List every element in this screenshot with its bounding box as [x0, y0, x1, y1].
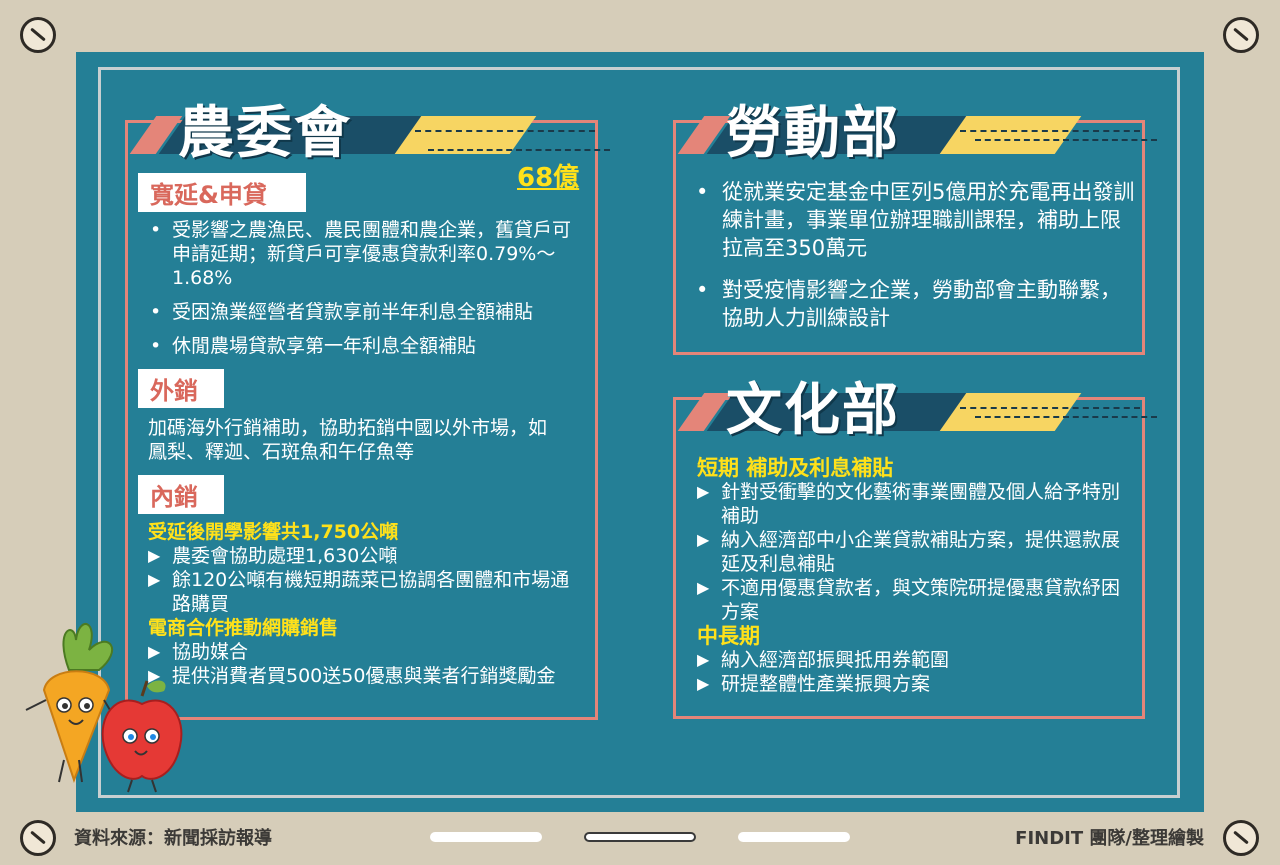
moc-longterm-heading: 中長期 [697, 624, 760, 648]
list-item: 不適用優惠貸款者，與文策院研提優惠貸款紓困方案 [697, 576, 1137, 624]
coa-budget-amount: 68億 [517, 163, 580, 193]
screw-icon [1223, 17, 1259, 53]
list-item: 納入經濟部中小企業貸款補貼方案，提供還款展延及利息補貼 [697, 528, 1137, 576]
mol-title-dash [975, 139, 1157, 141]
coa-section-export-label: 外銷 [138, 369, 224, 408]
coa-section-loan-label: 寬延&申貸 [138, 173, 306, 212]
list-item: 協助媒合 [148, 640, 588, 664]
list-item: 農委會協助處理1,630公噸 [148, 544, 588, 568]
screw-icon [1223, 820, 1259, 856]
page-indicator[interactable] [430, 832, 542, 842]
screw-icon [20, 17, 56, 53]
source-credit: 資料來源：新聞採訪報導 [74, 828, 272, 849]
coa-domestic-block: 受延後開學影響共1,750公噸 農委會協助處理1,630公噸 餘120公噸有機短… [148, 520, 588, 688]
coa-title: 農委會 [178, 101, 352, 166]
list-item: 受影響之農漁民、農民團體和農企業，舊貸戶可申請延期；新貸戶可享優惠貸款利率0.7… [148, 218, 583, 290]
page-indicator[interactable] [738, 832, 850, 842]
author-credit: FINDIT 團隊/整理繪製 [1015, 828, 1204, 849]
moc-title-dash [975, 416, 1157, 418]
coa-title-dash [415, 130, 595, 132]
moc-title-dash [960, 407, 1140, 409]
list-item: 納入經濟部振興抵用券範圍 [697, 648, 1137, 672]
coa-ecommerce-heading: 電商合作推動網購銷售 [148, 617, 339, 639]
list-item: 對受疫情影響之企業，勞動部會主動聯繫，協助人力訓練設計 [694, 276, 1139, 332]
list-item: 受困漁業經營者貸款享前半年利息全額補貼 [148, 300, 583, 324]
moc-shortterm-heading: 短期 補助及利息補貼 [697, 456, 894, 480]
coa-export-text: 加碼海外行銷補助，協助拓銷中國以外市場，如鳳梨、釋迦、石斑魚和午仔魚等 [148, 417, 548, 463]
coa-loan-list: 受影響之農漁民、農民團體和農企業，舊貸戶可申請延期；新貸戶可享優惠貸款利率0.7… [148, 218, 583, 368]
page-indicator-active[interactable] [584, 832, 696, 842]
list-item: 提供消費者買500送50優惠與業者行銷獎勵金 [148, 664, 588, 688]
list-item: 研提整體性產業振興方案 [697, 672, 1137, 696]
coa-domestic-heading: 受延後開學影響共1,750公噸 [148, 521, 399, 543]
list-item: 針對受衝擊的文化藝術事業團體及個人給予特別補助 [697, 480, 1137, 528]
list-item: 餘120公噸有機短期蔬菜已協調各團體和市場通路購買 [148, 568, 588, 616]
apple-mascot-icon [101, 680, 183, 793]
mol-list: 從就業安定基金中匡列5億用於充電再出發訓練計畫，事業單位辦理職訓課程，補助上限拉… [694, 178, 1139, 346]
coa-section-domestic-label: 內銷 [138, 475, 224, 514]
moc-block: 短期 補助及利息補貼 針對受衝擊的文化藝術事業團體及個人給予特別補助 納入經濟部… [697, 456, 1137, 696]
mol-title-dash [960, 130, 1140, 132]
mol-title: 勞動部 [726, 101, 900, 166]
screw-icon [20, 820, 56, 856]
list-item: 從就業安定基金中匡列5億用於充電再出發訓練計畫，事業單位辦理職訓課程，補助上限拉… [694, 178, 1139, 262]
moc-title: 文化部 [726, 378, 900, 443]
coa-title-dash [428, 149, 610, 151]
list-item: 休閒農場貸款享第一年利息全額補貼 [148, 334, 583, 358]
